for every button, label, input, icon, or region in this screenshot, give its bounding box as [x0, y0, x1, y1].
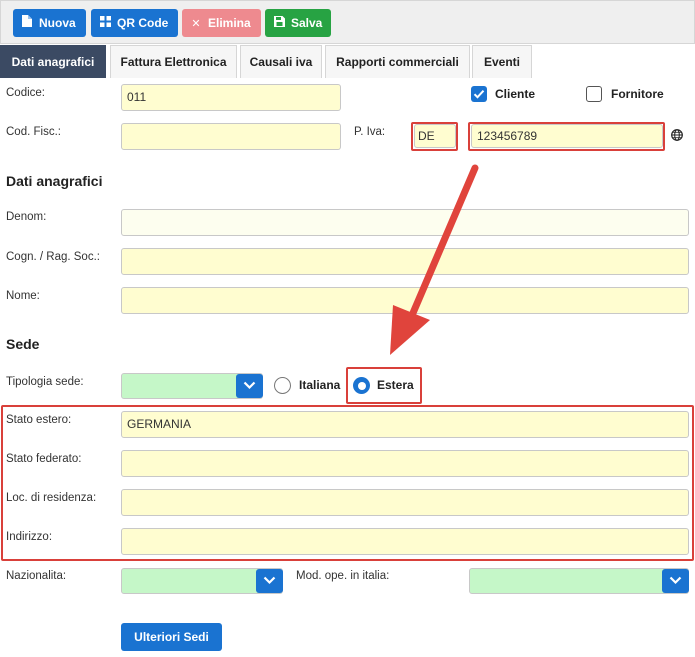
document-icon	[21, 10, 33, 38]
piva-country-highlight	[411, 122, 458, 151]
piva-highlight	[468, 122, 665, 151]
qrcode-label: QR Code	[117, 16, 169, 30]
codice-label: Codice:	[6, 87, 45, 99]
cliente-checkbox[interactable]	[471, 86, 487, 102]
chevron-down-icon	[263, 576, 276, 585]
modope-label: Mod. ope. in italia:	[296, 570, 390, 582]
nuova-label: Nuova	[39, 16, 76, 30]
stato-federato-input[interactable]	[121, 450, 689, 477]
fornitore-checkbox[interactable]	[586, 86, 602, 102]
dati-anagrafici-title: Dati anagrafici	[6, 173, 103, 189]
floppy-icon	[273, 10, 285, 38]
loc-residenza-label: Loc. di residenza:	[6, 492, 97, 504]
cognome-label: Cogn. / Rag. Soc.:	[6, 251, 100, 263]
globe-icon[interactable]	[671, 129, 683, 144]
fornitore-label: Fornitore	[611, 87, 664, 101]
italiana-label: Italiana	[299, 378, 341, 392]
nuova-button[interactable]: Nuova	[13, 9, 86, 37]
indirizzo-input[interactable]	[121, 528, 689, 555]
tab-fattura-elettronica[interactable]: Fattura Elettronica	[110, 45, 237, 78]
tipologia-label: Tipologia sede:	[6, 376, 84, 388]
elimina-label: Elimina	[208, 16, 251, 30]
check-icon	[473, 90, 485, 99]
codice-input[interactable]: 011	[121, 84, 341, 111]
stato-estero-label: Stato estero:	[6, 414, 72, 426]
estera-highlight	[346, 367, 422, 404]
tab-eventi[interactable]: Eventi	[472, 45, 532, 78]
nome-label: Nome:	[6, 290, 40, 302]
loc-residenza-input[interactable]	[121, 489, 689, 516]
elimina-button[interactable]: ✕ Elimina	[182, 9, 261, 37]
x-icon: ✕	[191, 18, 201, 30]
tab-rapporti-commerciali[interactable]: Rapporti commerciali	[325, 45, 470, 78]
annotation-arrow	[390, 164, 479, 355]
ulteriori-sedi-button[interactable]: Ulteriori Sedi	[121, 623, 222, 651]
salva-label: Salva	[291, 16, 323, 30]
tab-causali-iva[interactable]: Causali iva	[240, 45, 322, 78]
indirizzo-label: Indirizzo:	[6, 531, 53, 543]
nazionalita-label: Nazionalita:	[6, 570, 67, 582]
piva-label: P. Iva:	[354, 126, 386, 138]
italiana-radio[interactable]	[274, 377, 291, 394]
modope-select[interactable]	[469, 568, 689, 594]
stato-estero-input[interactable]: GERMANIA	[121, 411, 689, 438]
cliente-label: Cliente	[495, 87, 536, 101]
sede-title: Sede	[6, 336, 40, 352]
modope-dropdown-button[interactable]	[662, 569, 689, 593]
tipologia-dropdown-button[interactable]	[236, 374, 263, 398]
tab-dati-anagrafici[interactable]: Dati anagrafici	[0, 45, 106, 78]
codfisc-label: Cod. Fisc.:	[6, 126, 61, 138]
tab-bar: Dati anagrafici Fattura Elettronica Caus…	[0, 45, 695, 78]
grid-icon	[99, 10, 111, 38]
stato-federato-label: Stato federato:	[6, 453, 82, 465]
toolbar: Nuova QR Code ✕ Elimina Salva	[0, 0, 695, 44]
chevron-down-icon	[243, 381, 256, 390]
denom-label: Denom:	[6, 211, 47, 223]
salva-button[interactable]: Salva	[265, 9, 331, 37]
chevron-down-icon	[669, 576, 682, 585]
nazionalita-dropdown-button[interactable]	[256, 569, 283, 593]
codfisc-input[interactable]	[121, 123, 341, 150]
qrcode-button[interactable]: QR Code	[91, 9, 178, 37]
